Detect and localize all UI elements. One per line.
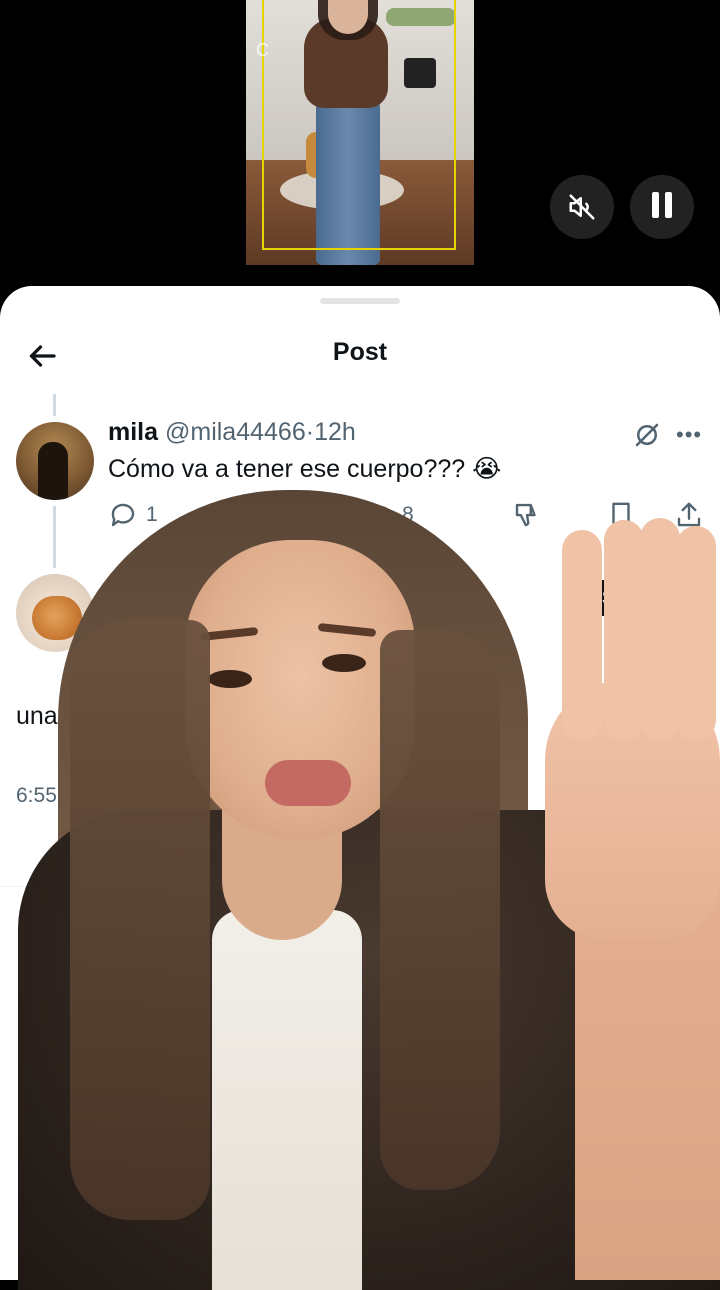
- avatar[interactable]: [16, 422, 94, 500]
- share-button[interactable]: [674, 500, 704, 530]
- reply-timestamp: 6:55: [16, 784, 57, 807]
- grok-icon: [635, 423, 659, 447]
- reply-user-name[interactable]: m: [108, 586, 130, 615]
- heart-icon: [369, 506, 389, 527]
- bookmark-icon: [612, 502, 630, 528]
- user-name[interactable]: mila: [108, 418, 158, 446]
- user-handle[interactable]: @mila44466: [165, 418, 306, 446]
- reply-text-start: una b: [16, 702, 79, 730]
- reply-icon: [111, 503, 135, 527]
- like-button[interactable]: 8: [364, 500, 414, 530]
- video-overlay-letter: C: [256, 40, 269, 60]
- thread-line-connector: [53, 506, 56, 568]
- post-sheet: Post mila @mila44466·12h ••• Cómo va a t…: [0, 286, 720, 1280]
- pause-icon: [649, 191, 675, 223]
- reply-meta: nes: [416, 784, 450, 807]
- cat-photo: [32, 596, 82, 640]
- reply-text-end: alos: [400, 702, 446, 730]
- video-thumbnail[interactable]: C: [246, 0, 474, 265]
- more-button[interactable]: •••: [676, 422, 702, 448]
- divider: [0, 886, 720, 887]
- avatar-silhouette: [38, 442, 68, 500]
- pause-button[interactable]: [630, 175, 694, 239]
- thread-line-top: [53, 394, 56, 416]
- bookmark-button[interactable]: [606, 500, 636, 530]
- page-title: Post: [332, 338, 388, 366]
- share-icon: [677, 502, 701, 527]
- speaker-muted-icon: [569, 194, 595, 220]
- reply-count: 1: [146, 503, 158, 526]
- tweet-time[interactable]: 12h: [314, 418, 356, 446]
- tweet-text: Cómo va a tener ese cuerpo??? 😭: [108, 455, 502, 483]
- sheet-drag-handle[interactable]: [320, 298, 400, 304]
- video-frame-outline: [262, 0, 456, 250]
- tweet-header: mila @mila44466·12h: [108, 418, 356, 447]
- reply-button[interactable]: 1: [108, 500, 158, 530]
- grok-button[interactable]: [632, 420, 662, 450]
- subscribe-badge[interactable]: S: [596, 580, 636, 616]
- thumbs-down-icon: [515, 503, 536, 527]
- more-icon: •••: [676, 422, 703, 447]
- separator-dot: ·: [305, 418, 315, 446]
- reply-avatar[interactable]: [16, 574, 94, 652]
- mute-button[interactable]: [550, 175, 614, 239]
- dislike-button[interactable]: [512, 500, 542, 530]
- video-area[interactable]: C: [0, 0, 720, 290]
- like-count: 8: [402, 503, 414, 526]
